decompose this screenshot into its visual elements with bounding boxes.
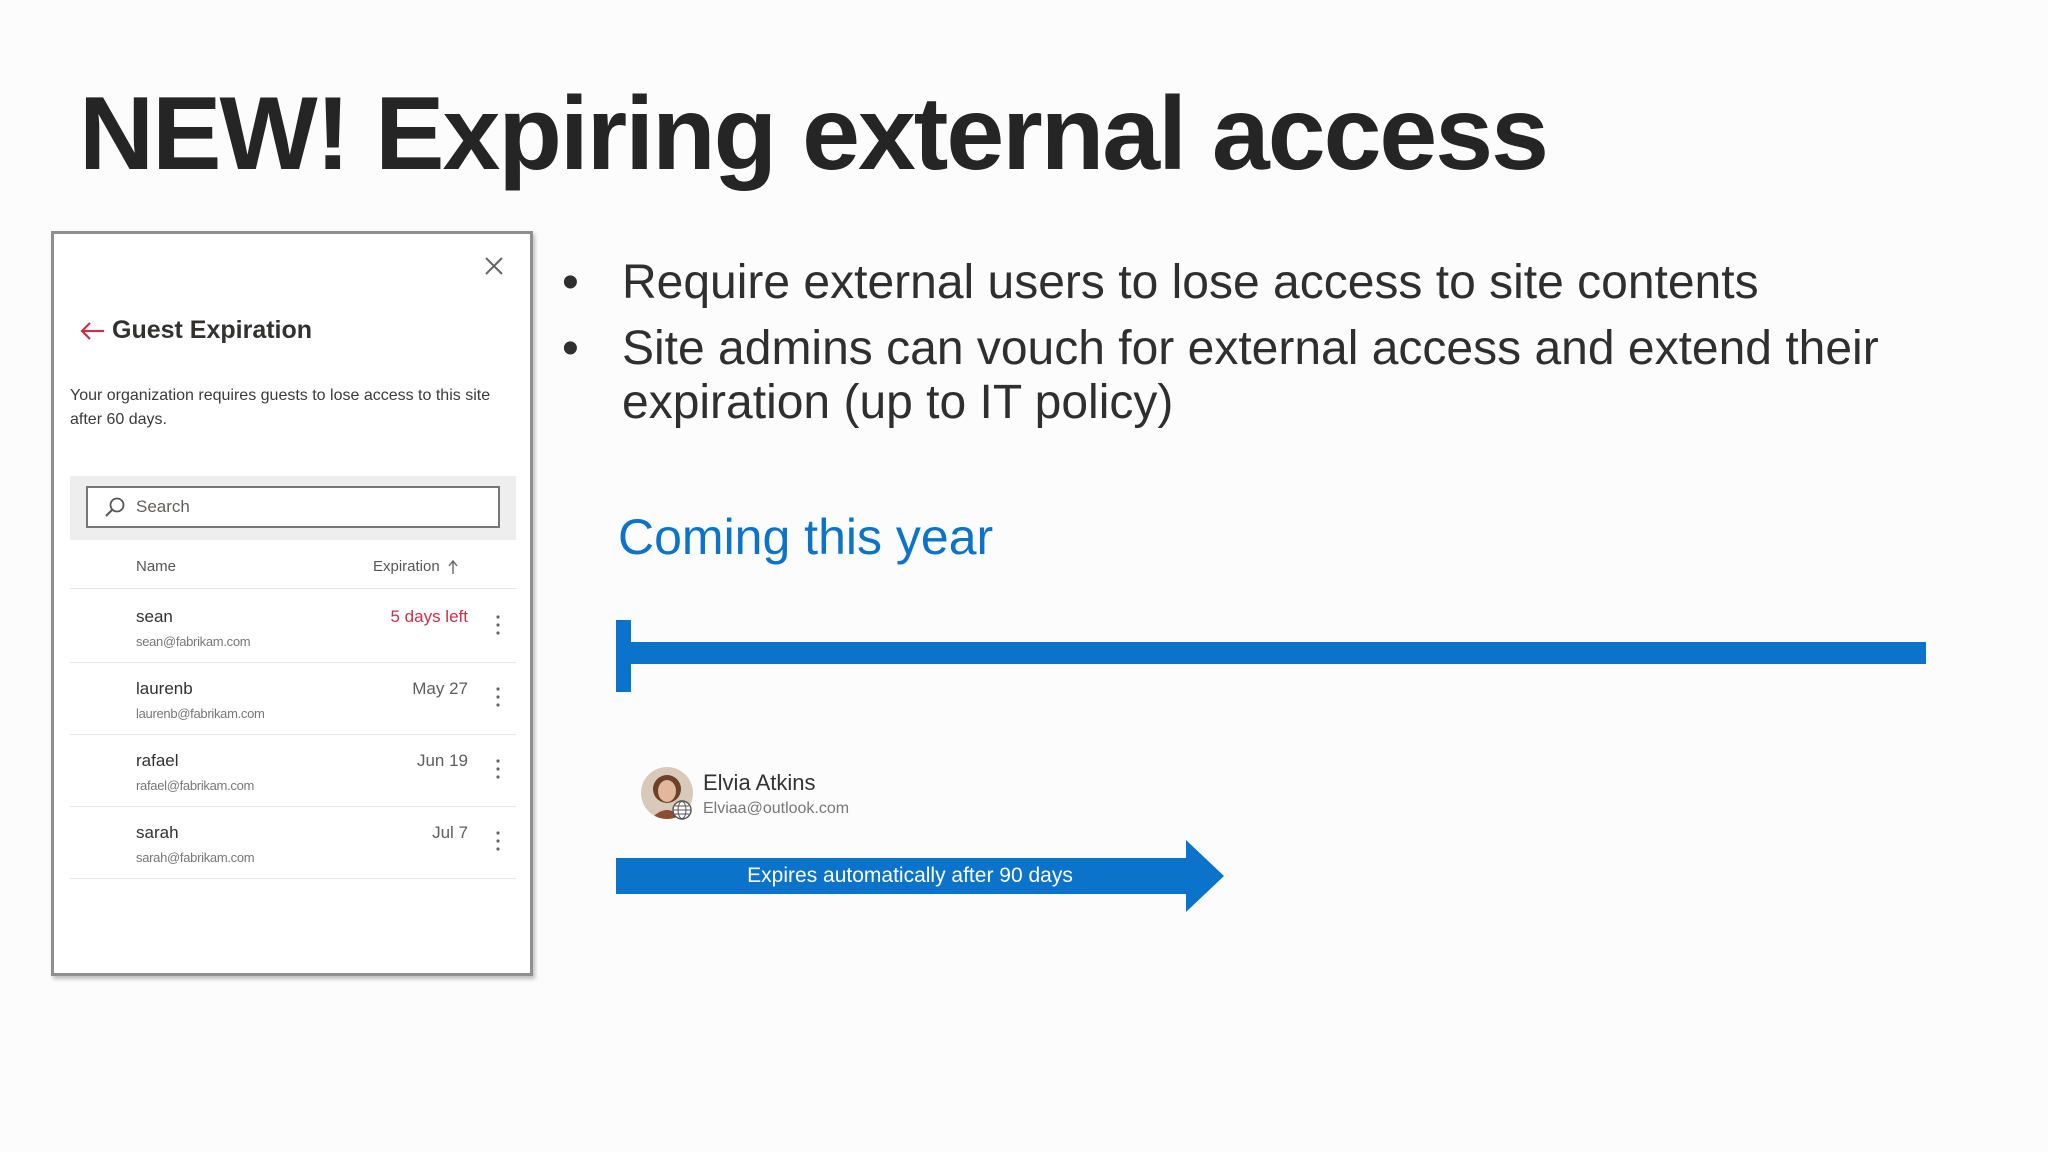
bullet-item: • Site admins can vouch for external acce… — [560, 322, 2020, 430]
row-name: sarah — [136, 823, 179, 842]
row-expiration: May 27 — [412, 679, 468, 698]
search-input[interactable] — [136, 497, 466, 517]
row-name: laurenb — [136, 679, 193, 698]
column-header-row: Name Expiration — [70, 546, 516, 589]
bullet-item: • Require external users to lose access t… — [560, 256, 2020, 310]
coming-this-year-label: Coming this year — [618, 509, 994, 565]
row-expiration: 5 days left — [390, 607, 469, 626]
bullet-text: Site admins can vouch for external acces… — [622, 322, 1879, 429]
guest-email: Elviaa@outlook.com — [703, 800, 850, 817]
row-email: rafael@fabrikam.com — [136, 778, 255, 793]
row-email: sean@fabrikam.com — [136, 634, 251, 649]
slide-title: NEW! Expiring external access — [79, 76, 1549, 192]
row-name: rafael — [136, 751, 179, 770]
more-vertical-icon[interactable] — [488, 611, 508, 639]
search-box[interactable] — [86, 486, 500, 528]
guest-name: Elvia Atkins — [703, 770, 816, 795]
panel-title: Guest Expiration — [112, 316, 313, 344]
more-vertical-icon[interactable] — [488, 755, 508, 783]
search-icon — [105, 497, 125, 517]
arrow-label: Expires automatically after 90 days — [747, 864, 1073, 887]
row-email: sarah@fabrikam.com — [136, 850, 255, 865]
table-row[interactable]: rafael rafael@fabrikam.com Jun 19 — [70, 735, 516, 807]
more-vertical-icon[interactable] — [488, 683, 508, 711]
bullet-list: • Require external users to lose access t… — [560, 256, 2020, 442]
column-header-expiration-label: Expiration — [373, 558, 440, 575]
row-expiration: Jun 19 — [416, 751, 468, 770]
bullet-text: Require external users to lose access to… — [622, 256, 1759, 309]
close-icon[interactable] — [482, 254, 506, 278]
table-row[interactable]: sean sean@fabrikam.com 5 days left — [70, 591, 516, 663]
more-vertical-icon[interactable] — [488, 827, 508, 855]
guest-globe-icon — [672, 800, 692, 820]
row-email: laurenb@fabrikam.com — [136, 706, 265, 721]
bullet-dot: • — [562, 256, 579, 309]
panel-description: Your organization requires guests to los… — [70, 387, 491, 428]
panel-header: Guest Expiration — [78, 316, 312, 345]
search-area — [70, 476, 516, 540]
timeline-bar — [616, 620, 1926, 692]
table-row[interactable]: laurenb laurenb@fabrikam.com May 27 — [70, 663, 516, 735]
bullet-dot: • — [562, 322, 579, 375]
expiration-arrow: Expires automatically after 90 days — [616, 840, 1224, 912]
back-arrow-icon[interactable] — [78, 319, 106, 343]
table-row[interactable]: sarah sarah@fabrikam.com Jul 7 — [70, 807, 516, 879]
guest-list: sean sean@fabrikam.com 5 days left laure… — [70, 591, 516, 879]
row-name: sean — [136, 607, 173, 626]
row-expiration: Jul 7 — [432, 823, 468, 842]
sort-ascending-icon — [448, 559, 458, 574]
column-header-name[interactable]: Name — [136, 558, 176, 575]
column-header-expiration[interactable]: Expiration — [373, 558, 459, 575]
guest-expiration-panel: Guest Expiration Your organization requi… — [51, 231, 533, 976]
